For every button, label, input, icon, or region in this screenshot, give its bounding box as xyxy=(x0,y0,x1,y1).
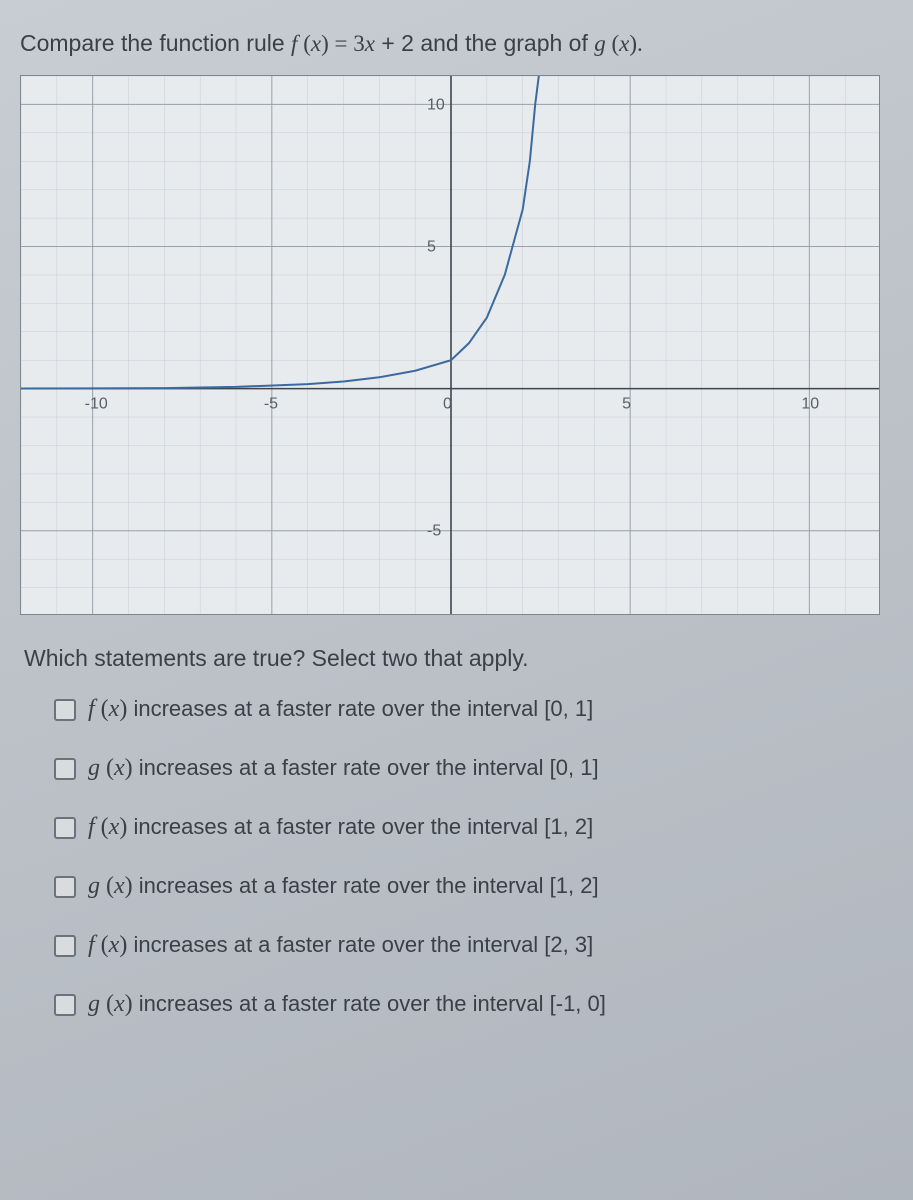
math-x3: x xyxy=(619,31,629,56)
x-tick-label: 10 xyxy=(801,396,819,413)
math-close-eq: ) = 3 xyxy=(321,31,365,56)
y-tick-label: 10 xyxy=(427,96,445,113)
option-row-0[interactable]: f (x) increases at a faster rate over th… xyxy=(54,696,893,723)
option-arg-4: (x) xyxy=(95,932,128,958)
option-text-3: increases at a faster rate over the inte… xyxy=(133,873,599,898)
x-tick-label: 0 xyxy=(443,396,452,413)
option-arg-5: (x) xyxy=(100,991,133,1017)
checkbox-3[interactable] xyxy=(54,876,76,898)
option-label-3: g (x) increases at a faster rate over th… xyxy=(88,873,599,900)
option-arg-3: (x) xyxy=(100,873,133,899)
option-text-0: increases at a faster rate over the inte… xyxy=(127,696,593,721)
checkbox-0[interactable] xyxy=(54,699,76,721)
chart-of-g: -10 -5 0 5 10 -5 5 10 xyxy=(20,75,880,615)
option-func-1: g xyxy=(88,755,100,781)
x-tick-label: -10 xyxy=(85,396,108,413)
option-label-5: g (x) increases at a faster rate over th… xyxy=(88,991,606,1018)
checkbox-1[interactable] xyxy=(54,758,76,780)
options-list: f (x) increases at a faster rate over th… xyxy=(54,696,893,1018)
option-row-1[interactable]: g (x) increases at a faster rate over th… xyxy=(54,755,893,782)
option-row-3[interactable]: g (x) increases at a faster rate over th… xyxy=(54,873,893,900)
option-arg-0: (x) xyxy=(95,696,128,722)
math-open2: ( xyxy=(606,31,619,56)
checkbox-4[interactable] xyxy=(54,935,76,957)
math-open: ( xyxy=(297,31,310,56)
option-label-2: f (x) increases at a faster rate over th… xyxy=(88,814,593,841)
g-curve xyxy=(21,76,539,389)
option-row-4[interactable]: f (x) increases at a faster rate over th… xyxy=(54,932,893,959)
option-text-5: increases at a faster rate over the inte… xyxy=(133,991,606,1016)
math-x: x xyxy=(311,31,321,56)
prompt-mid: + 2 and the graph of xyxy=(375,30,594,56)
option-arg-1: (x) xyxy=(100,755,133,781)
option-text-1: increases at a faster rate over the inte… xyxy=(133,755,599,780)
option-text-4: increases at a faster rate over the inte… xyxy=(127,932,593,957)
checkbox-2[interactable] xyxy=(54,817,76,839)
option-func-2: f xyxy=(88,814,95,840)
option-func-5: g xyxy=(88,991,100,1017)
option-text-2: increases at a faster rate over the inte… xyxy=(127,814,593,839)
option-func-4: f xyxy=(88,932,95,958)
option-label-0: f (x) increases at a faster rate over th… xyxy=(88,696,593,723)
option-arg-2: (x) xyxy=(95,814,128,840)
math-g: g xyxy=(594,31,606,56)
y-tick-label: 5 xyxy=(427,239,436,256)
math-close2: ). xyxy=(629,31,642,56)
x-tick-label: -5 xyxy=(264,396,278,413)
checkbox-5[interactable] xyxy=(54,994,76,1016)
option-func-0: f xyxy=(88,696,95,722)
option-func-3: g xyxy=(88,873,100,899)
option-row-2[interactable]: f (x) increases at a faster rate over th… xyxy=(54,814,893,841)
option-label-1: g (x) increases at a faster rate over th… xyxy=(88,755,599,782)
chart-svg: -10 -5 0 5 10 -5 5 10 xyxy=(21,76,880,615)
math-x2: x xyxy=(365,31,375,56)
question-prompt: Compare the function rule f (x) = 3x + 2… xyxy=(20,30,893,57)
option-label-4: f (x) increases at a faster rate over th… xyxy=(88,932,593,959)
prompt-text: Compare the function rule xyxy=(20,30,291,56)
option-row-5[interactable]: g (x) increases at a faster rate over th… xyxy=(54,991,893,1018)
x-tick-label: 5 xyxy=(622,396,631,413)
y-tick-label: -5 xyxy=(427,523,441,540)
question-instruction: Which statements are true? Select two th… xyxy=(24,645,893,672)
